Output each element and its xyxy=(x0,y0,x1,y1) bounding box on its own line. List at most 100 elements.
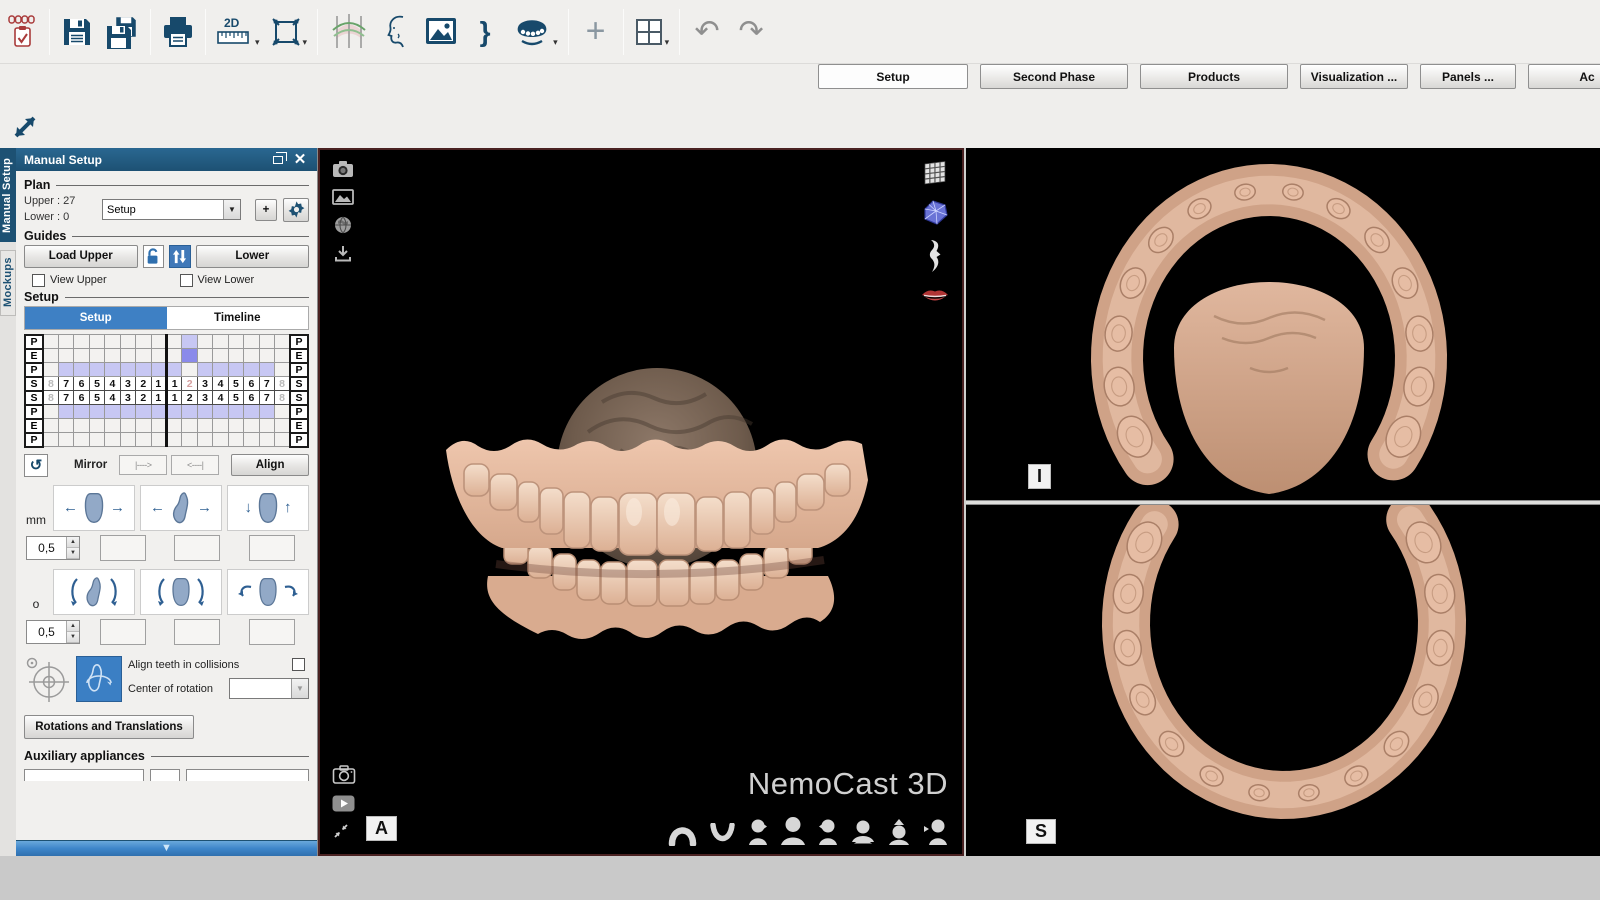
grid-cell[interactable]: 4 xyxy=(105,391,120,405)
head-front-icon[interactable] xyxy=(780,816,806,846)
grid-cell[interactable] xyxy=(105,405,120,419)
grid-cell[interactable] xyxy=(244,433,259,447)
grid-cell[interactable] xyxy=(105,363,120,377)
grid-cell[interactable] xyxy=(213,335,228,349)
grid-cell[interactable] xyxy=(167,335,182,349)
head-up-icon[interactable] xyxy=(850,818,876,846)
grid-cell[interactable]: 7 xyxy=(259,391,274,405)
redo-button[interactable]: ↷ xyxy=(731,6,771,58)
rotation-value-field[interactable] xyxy=(249,619,295,645)
grid-cell[interactable] xyxy=(120,363,135,377)
grid-cell[interactable]: 6 xyxy=(74,391,89,405)
head-right-icon[interactable] xyxy=(747,818,769,846)
grid-cell[interactable] xyxy=(182,363,197,377)
grid-cell[interactable] xyxy=(151,405,166,419)
grid-cell[interactable]: 6 xyxy=(74,377,89,391)
grid-cell[interactable] xyxy=(58,405,73,419)
grid-cell[interactable] xyxy=(228,363,243,377)
grid-cell[interactable] xyxy=(136,363,151,377)
lock-guides-button[interactable] xyxy=(143,245,164,268)
arch-guides-button[interactable] xyxy=(325,6,373,58)
grid-row-label[interactable]: P xyxy=(25,363,43,377)
translation-value-field[interactable] xyxy=(249,535,295,561)
grid-cell[interactable] xyxy=(182,419,197,433)
grid-cell[interactable] xyxy=(151,363,166,377)
grid-cell[interactable] xyxy=(244,349,259,363)
grid-cell[interactable] xyxy=(58,349,73,363)
grid-cell[interactable] xyxy=(275,363,290,377)
grid-row-label[interactable]: P xyxy=(290,433,308,447)
grid-cell[interactable] xyxy=(105,335,120,349)
spinner-down-icon[interactable]: ▼ xyxy=(67,632,79,643)
grid-cell[interactable]: 6 xyxy=(244,391,259,405)
lower-occlusal-viewport[interactable]: S xyxy=(966,505,1600,856)
window-layout-button[interactable]: ▾ xyxy=(631,6,673,58)
grid-cell[interactable]: 1 xyxy=(151,391,166,405)
center-of-rotation-dropdown[interactable]: ▼ xyxy=(229,678,309,699)
grid-cell[interactable] xyxy=(136,419,151,433)
grid-cell[interactable] xyxy=(43,433,58,447)
grid-cell[interactable] xyxy=(74,405,89,419)
grid-cell[interactable] xyxy=(213,363,228,377)
grid-row-label[interactable]: E xyxy=(290,349,308,363)
grid-cell[interactable] xyxy=(275,335,290,349)
grid-cell[interactable]: 4 xyxy=(105,377,120,391)
grid-row-label[interactable]: P xyxy=(290,335,308,349)
grid-cell[interactable] xyxy=(43,405,58,419)
plan-settings-button[interactable] xyxy=(283,198,309,222)
grid-cell[interactable]: 2 xyxy=(182,377,197,391)
grid-cell[interactable]: 5 xyxy=(228,391,243,405)
grid-cell[interactable]: 4 xyxy=(213,377,228,391)
translation-value-field[interactable] xyxy=(174,535,220,561)
auxiliary-dropdown[interactable] xyxy=(186,769,309,781)
toolbar-button-products[interactable]: Products xyxy=(1140,64,1288,89)
tab-timeline[interactable]: Timeline xyxy=(167,307,309,329)
grid-cell[interactable]: 7 xyxy=(259,377,274,391)
grid-cell[interactable] xyxy=(151,433,166,447)
grid-cell[interactable] xyxy=(167,433,182,447)
profile-bracket-icon[interactable] xyxy=(926,239,945,273)
grid-cell[interactable] xyxy=(58,363,73,377)
grid-cell[interactable]: 3 xyxy=(120,377,135,391)
grid-cell[interactable] xyxy=(43,419,58,433)
toolbar-button-setup[interactable]: Setup xyxy=(818,64,968,89)
grid-cell[interactable] xyxy=(228,405,243,419)
grid-cell[interactable] xyxy=(167,363,182,377)
grid-cell[interactable]: 4 xyxy=(213,391,228,405)
grid-cell[interactable] xyxy=(105,433,120,447)
grid-cell[interactable] xyxy=(197,335,212,349)
grid-cell[interactable] xyxy=(167,419,182,433)
main-3d-viewport[interactable]: A NemoCast 3D xyxy=(318,148,964,856)
grid-cell[interactable] xyxy=(244,363,259,377)
grid-cell[interactable] xyxy=(136,405,151,419)
panel-scroll-more-bar[interactable]: ▼ xyxy=(16,840,317,856)
grid-cell[interactable] xyxy=(89,419,104,433)
grid-cell[interactable] xyxy=(151,349,166,363)
spinner-up-icon[interactable]: ▲ xyxy=(67,621,79,632)
grid-cell[interactable] xyxy=(259,405,274,419)
grid-cell[interactable] xyxy=(259,363,274,377)
close-panel-button[interactable]: ✕ xyxy=(291,152,309,168)
grid-row-label[interactable]: E xyxy=(290,419,308,433)
grid-row-label[interactable]: S xyxy=(25,391,43,405)
head-oblique-icon[interactable] xyxy=(922,818,948,846)
align-collisions-checkbox[interactable] xyxy=(292,658,305,671)
grid-cell[interactable] xyxy=(105,419,120,433)
grid-cell[interactable]: 8 xyxy=(275,377,290,391)
grid-cell[interactable] xyxy=(213,433,228,447)
grid-cell[interactable] xyxy=(182,405,197,419)
grid-cell[interactable] xyxy=(213,349,228,363)
image-gallery-button[interactable] xyxy=(421,6,461,58)
grid-row-label[interactable]: P xyxy=(290,405,308,419)
grid-cell[interactable] xyxy=(58,433,73,447)
grid-cell[interactable] xyxy=(89,335,104,349)
grid-cell[interactable] xyxy=(58,419,73,433)
rotate-angulation-button[interactable] xyxy=(140,569,222,615)
grid-cell[interactable]: 7 xyxy=(58,391,73,405)
treatment-plan-button[interactable] xyxy=(2,6,42,58)
grid-cell[interactable]: 8 xyxy=(275,391,290,405)
grid-cell[interactable] xyxy=(197,419,212,433)
move-vertical-button[interactable]: ↓ ↑ xyxy=(227,485,309,531)
grid-cell[interactable] xyxy=(167,349,182,363)
mirror-left-to-right-button[interactable]: |----> xyxy=(119,455,167,475)
